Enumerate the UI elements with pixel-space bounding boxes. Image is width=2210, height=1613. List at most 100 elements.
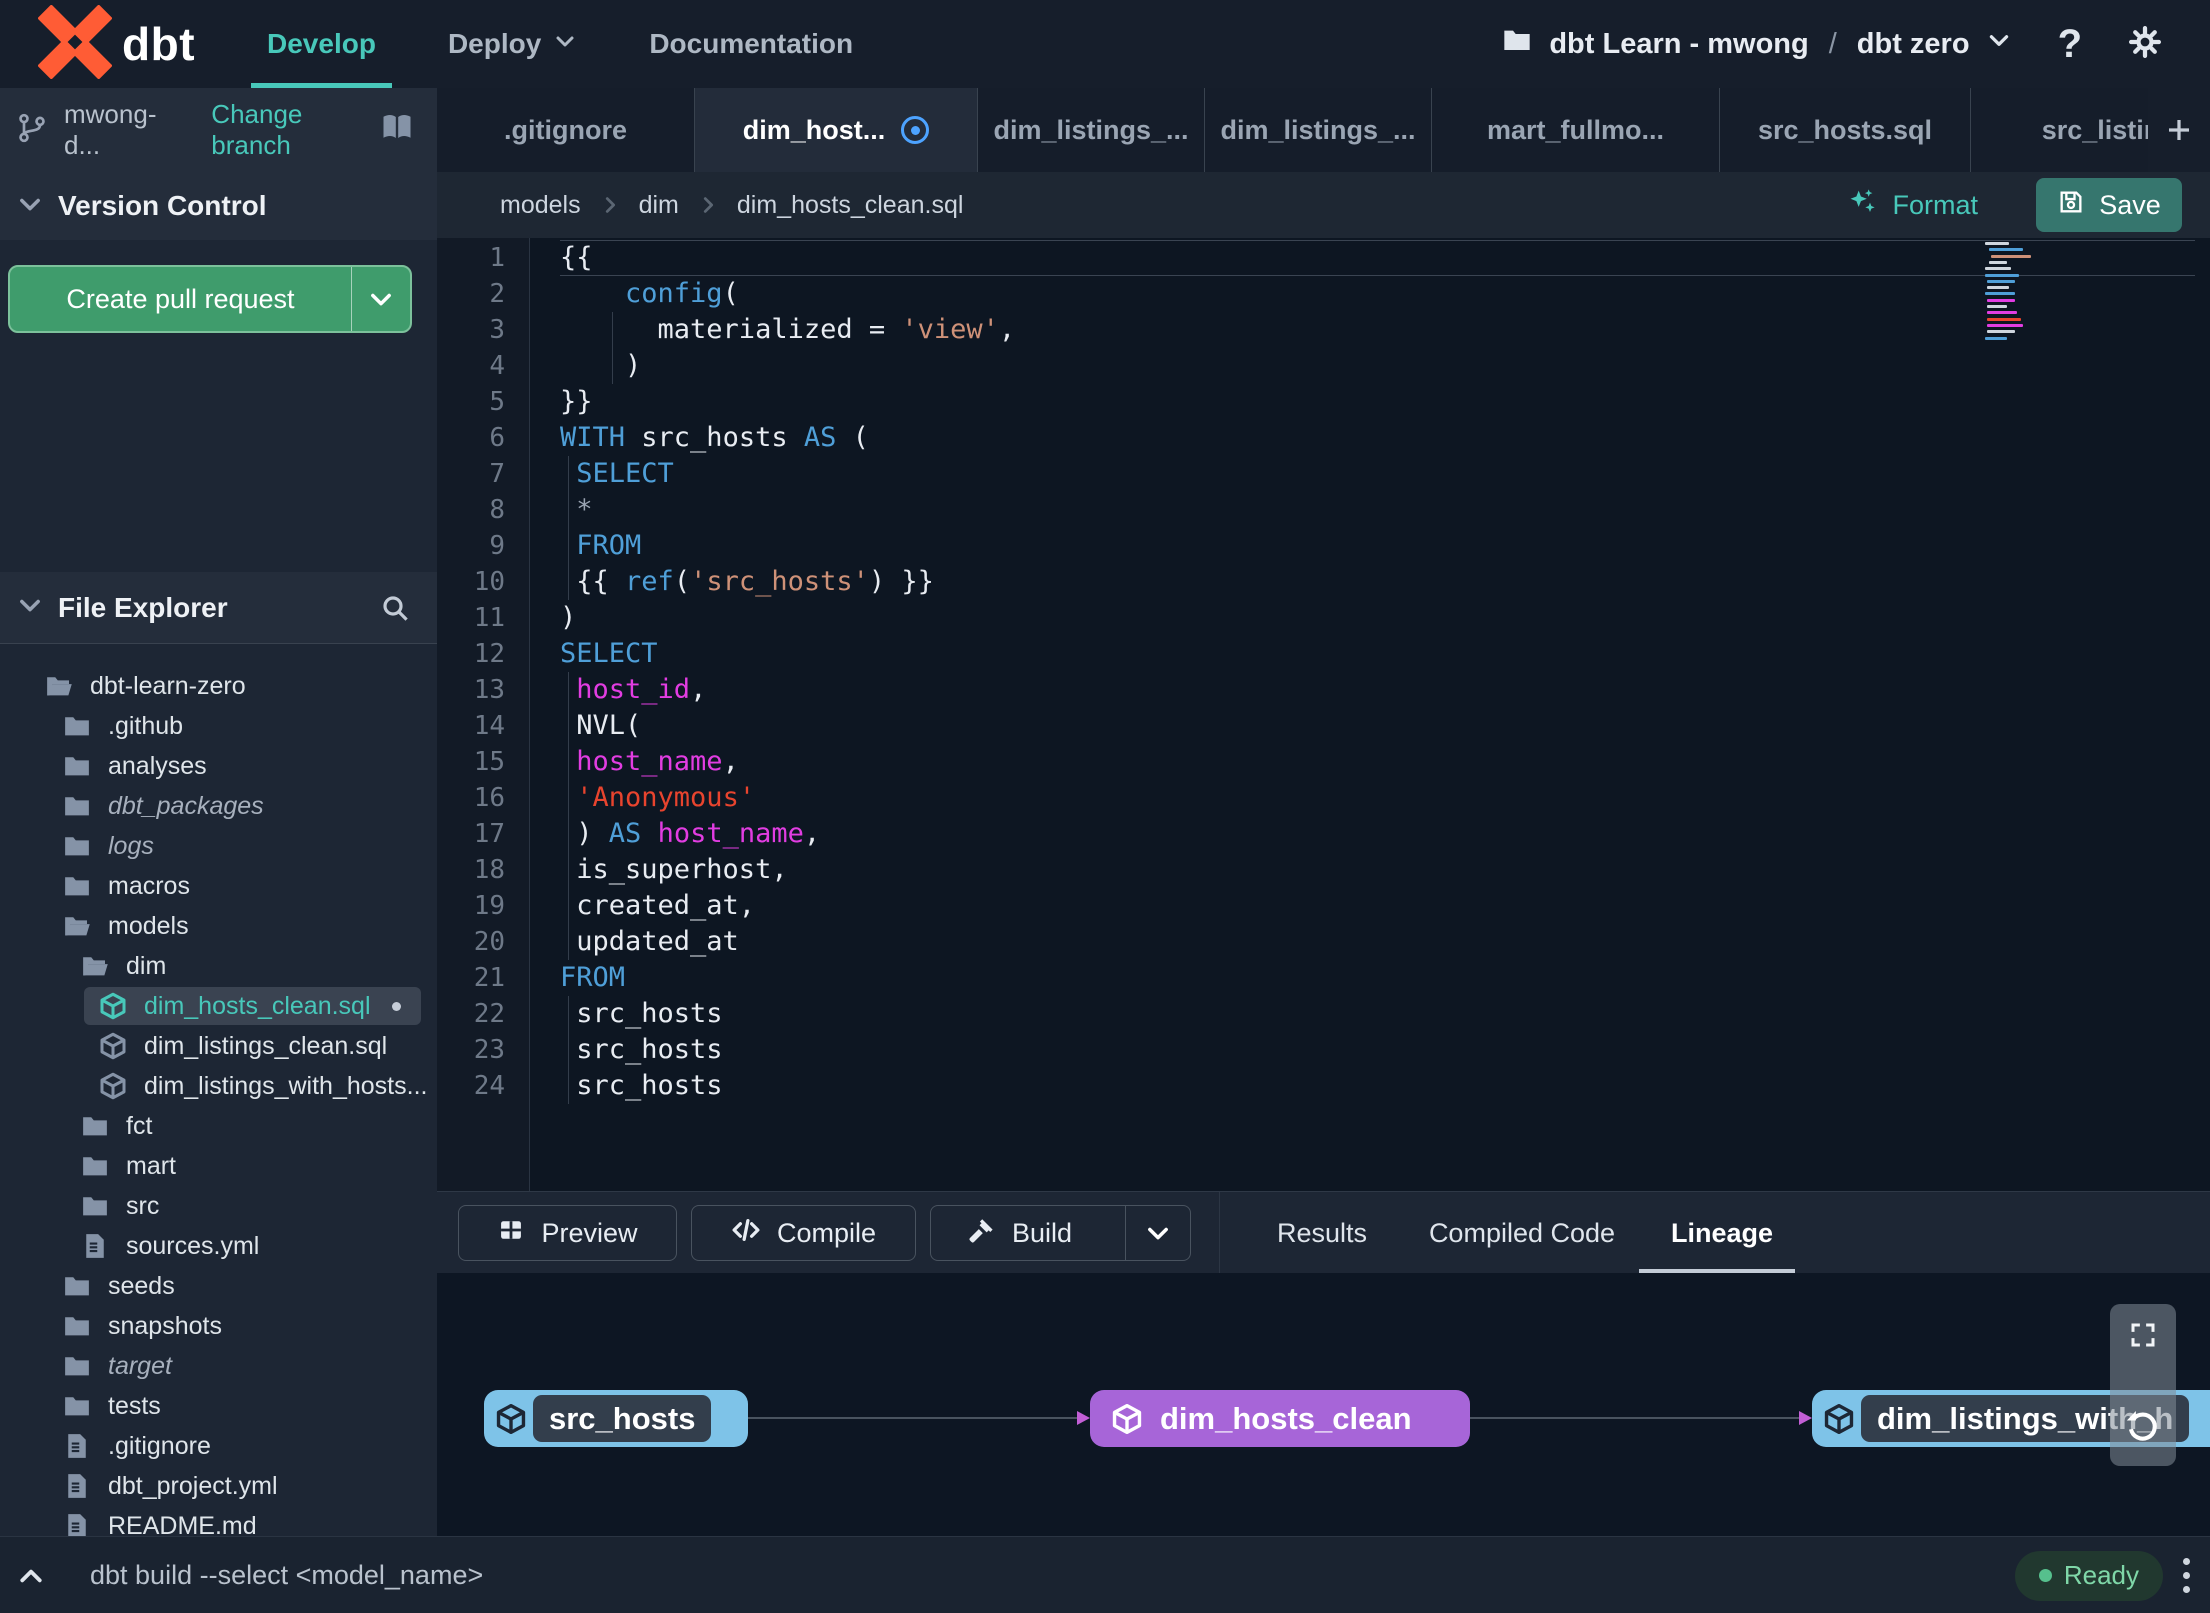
line-number: 7 (489, 459, 505, 489)
project-switcher[interactable]: dbt Learn - mwong / dbt zero (1501, 24, 2011, 64)
preview-label: Preview (541, 1217, 638, 1248)
nav-item-documentation[interactable]: Documentation (649, 0, 853, 88)
file-icon (80, 1231, 110, 1261)
tree-item-fct[interactable]: fct (0, 1106, 437, 1146)
line-number: 5 (489, 387, 505, 417)
tree-item-dim-hosts-clean-sql[interactable]: dim_hosts_clean.sql (0, 986, 437, 1026)
folder-icon (62, 711, 92, 741)
lineage-node-dim_hosts_clean[interactable]: dim_hosts_clean (1090, 1390, 1470, 1447)
workspace: .gitignore dim_host... dim_listings_... dim… (437, 88, 2210, 1536)
tree-item-src[interactable]: src (0, 1186, 437, 1226)
search-icon[interactable] (379, 592, 411, 624)
unsaved-indicator-icon (901, 116, 930, 144)
compile-button[interactable]: Compile (691, 1205, 916, 1261)
tree-item-label: .gitignore (108, 1431, 211, 1460)
code-line-6: WITH src_hosts AS ( (560, 422, 869, 453)
create-pull-request-button[interactable]: Create pull request (8, 265, 412, 333)
editor-tab-5[interactable]: src_hosts.sql (1720, 88, 1971, 172)
save-button[interactable]: Save (2036, 178, 2182, 232)
save-icon (2057, 188, 2085, 223)
tree-item-dbt-packages[interactable]: dbt_packages (0, 786, 437, 826)
nav-item-deploy[interactable]: Deploy (448, 0, 577, 88)
tree-item-target[interactable]: target (0, 1346, 437, 1386)
status-dot (2038, 1569, 2052, 1582)
code-line-15: host_name, (576, 746, 739, 777)
editor-tab-3[interactable]: dim_listings_... (1205, 88, 1432, 172)
tree-item-label: models (108, 911, 189, 940)
gear-icon[interactable] (2128, 25, 2162, 64)
chevron-up-icon[interactable] (16, 1561, 46, 1591)
tree-item-dbt-project-yml[interactable]: dbt_project.yml (0, 1466, 437, 1506)
refresh-icon[interactable] (2124, 1407, 2162, 1450)
panel-tab-compiled-code[interactable]: Compiled Code (1427, 1192, 1617, 1274)
code-line-22: src_hosts (560, 998, 723, 1029)
dbt-logo[interactable]: dbt (38, 4, 195, 84)
divider (1219, 1192, 1220, 1274)
kebab-menu-icon[interactable] (2183, 1558, 2190, 1593)
tab-label: src_hosts.sql (1757, 114, 1933, 145)
docs-book-icon[interactable] (379, 110, 415, 151)
folder-icon (62, 1271, 92, 1301)
minimap-mark (1987, 305, 2007, 308)
tree-item-models[interactable]: models (0, 906, 437, 946)
create-pr-caret[interactable] (351, 267, 410, 331)
build-button[interactable]: Build (930, 1205, 1191, 1261)
tree-item-label: macros (108, 871, 190, 900)
indent-guide (568, 996, 569, 1104)
tree-item-tests[interactable]: tests (0, 1386, 437, 1426)
folder-icon (62, 791, 92, 821)
folder-icon (62, 1351, 92, 1381)
line-number: 10 (473, 567, 505, 597)
lineage-node-src_hosts[interactable]: src_hosts (484, 1390, 748, 1447)
editor-tab-0[interactable]: .gitignore (437, 88, 695, 172)
tree-item-snapshots[interactable]: snapshots (0, 1306, 437, 1346)
tree-item-label: dim (126, 951, 167, 980)
change-branch-link[interactable]: Change branch (211, 99, 379, 161)
tree-item-dim[interactable]: dim (0, 946, 437, 986)
line-number-gutter: 1 2 3 4 5 6 7 8 9 10 11 12 13 14 15 16 17 18 19 20 21 22 23 24 (437, 238, 530, 1191)
tree-item-logs[interactable]: logs (0, 826, 437, 866)
code-editor[interactable]: 1 2 3 4 5 6 7 8 9 10 11 12 13 14 15 16 17 18 19 20 21 22 23 24 … (437, 238, 2210, 1191)
tree-item-dim-listings-with-hosts-[interactable]: dim_listings_with_hosts... (0, 1066, 437, 1106)
project-separator: / (1828, 27, 1837, 60)
tree-item-dbt-learn-zero[interactable]: dbt-learn-zero (0, 666, 437, 706)
folder-icon (80, 1151, 110, 1181)
tree-item--gitignore[interactable]: .gitignore (0, 1426, 437, 1466)
tree-item-label: dim_listings_clean.sql (144, 1031, 388, 1060)
file-explorer-header[interactable]: File Explorer (0, 572, 437, 644)
preview-button[interactable]: Preview (458, 1205, 677, 1261)
file-icon (62, 1431, 92, 1461)
panel-tab-lineage[interactable]: Lineage (1667, 1192, 1777, 1274)
build-options-caret[interactable] (1125, 1206, 1190, 1260)
tree-item-macros[interactable]: macros (0, 866, 437, 906)
code-line-10: {{ ref('src_hosts') }} (560, 566, 934, 597)
tree-item-label: snapshots (108, 1311, 222, 1340)
tree-item-mart[interactable]: mart (0, 1146, 437, 1186)
new-tab-button[interactable] (2148, 88, 2210, 172)
editor-tab-2[interactable]: dim_listings_... (978, 88, 1205, 172)
editor-tab-1[interactable]: dim_host... (695, 88, 978, 172)
line-number: 9 (489, 531, 505, 561)
nav-item-develop[interactable]: Develop (251, 0, 392, 88)
tree-item-dim-listings-clean-sql[interactable]: dim_listings_clean.sql (0, 1026, 437, 1066)
version-control-header[interactable]: Version Control (0, 172, 437, 241)
help-icon[interactable]: ? (2058, 22, 2082, 67)
command-text[interactable]: dbt build --select <model_name> (90, 1560, 483, 1591)
tree-item-readme-md[interactable]: README.md (0, 1506, 437, 1536)
tree-item--github[interactable]: .github (0, 706, 437, 746)
editor-tab-4[interactable]: mart_fullmo... (1432, 88, 1720, 172)
code-icon (731, 1215, 761, 1252)
file-icon (62, 1471, 92, 1501)
tree-item-seeds[interactable]: seeds (0, 1266, 437, 1306)
status-label: Ready (2063, 1560, 2139, 1590)
tree-item-sources-yml[interactable]: sources.yml (0, 1226, 437, 1266)
fullscreen-icon[interactable] (2128, 1320, 2158, 1355)
status-bar: dbt build --select <model_name> Ready (0, 1536, 2210, 1613)
format-button[interactable]: Format (1846, 186, 1978, 225)
line-number: 15 (473, 747, 505, 777)
tree-item-analyses[interactable]: analyses (0, 746, 437, 786)
line-number: 22 (473, 999, 505, 1029)
build-label: Build (1011, 1217, 1073, 1248)
tree-item-label: analyses (108, 751, 207, 780)
panel-tab-results[interactable]: Results (1267, 1192, 1377, 1274)
